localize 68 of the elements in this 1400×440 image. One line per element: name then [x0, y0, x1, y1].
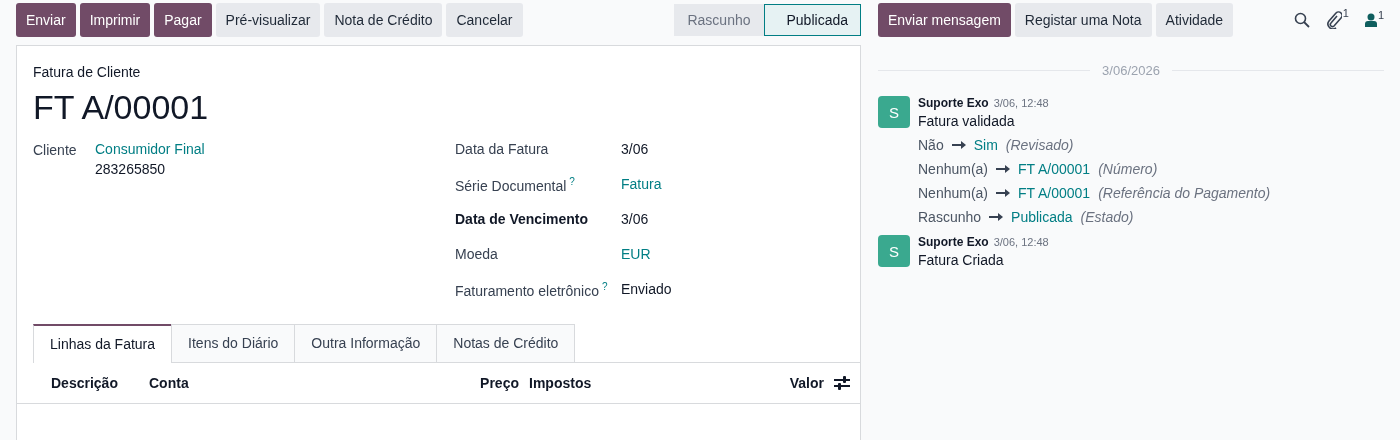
- action-button[interactable]: Pré-visualizar: [215, 3, 321, 37]
- message-author: Suporte Exo: [918, 96, 989, 110]
- field-value[interactable]: Fatura: [621, 176, 662, 192]
- field-label: Data da Fatura: [455, 140, 549, 157]
- field-label: Cliente: [33, 141, 78, 158]
- new-value: FT A/00001: [1018, 161, 1091, 177]
- field-label: Faturamento eletrônico: [455, 281, 599, 299]
- column-header[interactable]: Descrição: [51, 375, 149, 391]
- column-header[interactable]: Valor: [739, 375, 824, 391]
- follower-icon[interactable]: [1364, 13, 1377, 27]
- new-value: Publicada: [1011, 209, 1073, 225]
- message-body: Fatura Criada: [918, 252, 1005, 268]
- search-icon[interactable]: [1293, 12, 1310, 28]
- action-button[interactable]: Enviar: [16, 3, 76, 37]
- chatter-button[interactable]: Atividade: [1155, 3, 1234, 37]
- chatter-button[interactable]: Registar uma Nota: [1014, 3, 1152, 37]
- new-value: Sim: [973, 137, 998, 153]
- field-value[interactable]: Consumidor Final: [95, 141, 205, 157]
- field-label: Moeda: [455, 245, 498, 262]
- arrow-icon: [996, 165, 1011, 173]
- field-value: Enviado: [621, 281, 672, 297]
- avatar: S: [878, 235, 910, 267]
- old-value: Rascunho: [918, 209, 982, 225]
- tab[interactable]: Itens do Diário: [171, 324, 296, 362]
- old-value: Nenhum(a): [918, 161, 989, 177]
- status-step[interactable]: Rascunho: [674, 4, 764, 36]
- new-value: FT A/00001: [1018, 185, 1091, 201]
- help-icon[interactable]: ?: [601, 281, 608, 292]
- invoice-number: FT A/00001: [33, 88, 210, 127]
- old-value: Não: [918, 137, 944, 153]
- changed-field: (Referência do Pagamento): [1098, 185, 1271, 201]
- document-type: Fatura de Cliente: [33, 64, 142, 80]
- paperclip-icon[interactable]: [1325, 11, 1342, 29]
- column-header[interactable]: Preço: [419, 375, 519, 391]
- arrow-icon: [989, 213, 1004, 221]
- action-button[interactable]: Nota de Crédito: [324, 3, 443, 37]
- help-icon[interactable]: ?: [569, 176, 575, 187]
- message-author: Suporte Exo: [918, 235, 989, 249]
- changed-field: (Estado): [1080, 209, 1134, 225]
- message-time: 3/06, 12:48: [993, 236, 1049, 248]
- field-value: 3/06: [621, 211, 649, 227]
- arrow-icon: [951, 141, 966, 149]
- field-label: Data de Vencimento: [455, 210, 589, 227]
- follower-count: 1: [1377, 9, 1384, 21]
- action-button[interactable]: Imprimir: [79, 3, 151, 37]
- column-header[interactable]: Conta: [149, 375, 419, 391]
- action-button[interactable]: Cancelar: [446, 3, 523, 37]
- old-value: Nenhum(a): [918, 185, 989, 201]
- tab[interactable]: Outra Informação: [294, 324, 438, 362]
- message-time: 3/06, 12:48: [993, 97, 1049, 109]
- field-value: 3/06: [621, 141, 649, 157]
- tab[interactable]: Notas de Crédito: [436, 324, 576, 362]
- tab[interactable]: Linhas da Fatura: [33, 324, 173, 363]
- field-value[interactable]: EUR: [621, 246, 651, 262]
- action-button[interactable]: Pagar: [154, 3, 212, 37]
- field-label: Série Documental: [455, 176, 567, 194]
- date-separator: 3/06/2026: [1102, 63, 1160, 78]
- settings-icon[interactable]: [834, 376, 850, 390]
- avatar: S: [878, 96, 910, 128]
- arrow-icon: [996, 189, 1011, 197]
- changed-field: (Número): [1098, 161, 1158, 177]
- field-detail: 283265850: [95, 161, 166, 177]
- message-body: Fatura validada: [918, 113, 1016, 129]
- attachment-count: 1: [1342, 7, 1349, 19]
- status-step[interactable]: Publicada: [763, 4, 861, 36]
- column-header[interactable]: Impostos: [529, 375, 739, 391]
- chatter-button[interactable]: Enviar mensagem: [878, 3, 1011, 37]
- changed-field: (Revisado): [1005, 137, 1074, 153]
